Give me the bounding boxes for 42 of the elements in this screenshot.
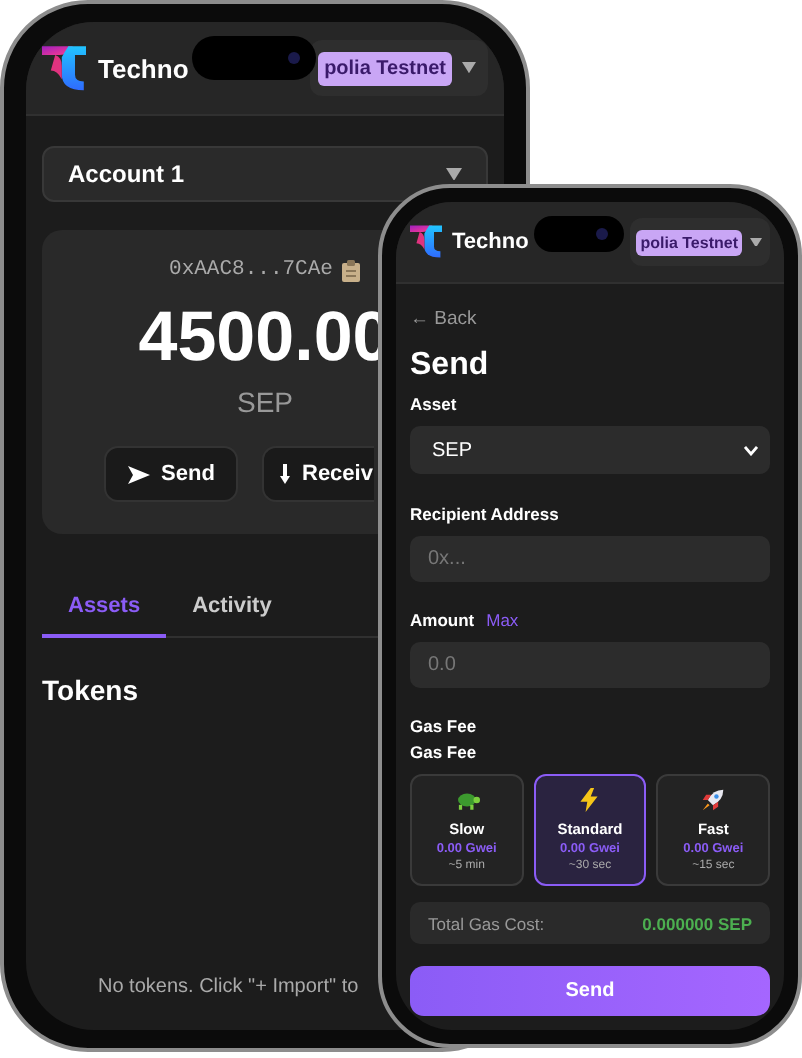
down-arrow-icon bbox=[280, 464, 290, 484]
logo-icon bbox=[410, 224, 442, 260]
tab[interactable]: Assets bbox=[42, 594, 167, 638]
balance-unit: SEP bbox=[236, 386, 293, 418]
total-value: 0.000000 SEP bbox=[642, 913, 752, 933]
empty-message: No tokens. Click "+ Import" to bbox=[96, 976, 359, 998]
input-field[interactable]: 0x... bbox=[410, 536, 770, 582]
chevron-down-icon bbox=[744, 445, 758, 455]
max-link[interactable]: Max bbox=[486, 610, 519, 630]
section-subheading: Gas Fee bbox=[410, 742, 479, 762]
send-button[interactable]: Send bbox=[104, 446, 238, 502]
field-label: Recipient Address bbox=[410, 504, 559, 524]
send-button[interactable]: Send bbox=[410, 966, 770, 1016]
camera-notch bbox=[192, 36, 316, 80]
lightning-icon bbox=[576, 788, 603, 812]
rocket-icon bbox=[700, 788, 727, 812]
app-name: Techno bbox=[98, 53, 189, 83]
network-name: polia Testnet bbox=[318, 51, 452, 85]
logo-icon bbox=[42, 43, 86, 93]
field-label: Asset bbox=[410, 394, 457, 414]
app-name: Techno bbox=[452, 230, 529, 254]
receive-button[interactable]: Receiv bbox=[262, 446, 374, 502]
tab[interactable]: Activity bbox=[166, 594, 298, 638]
wallet-address: 0xAAC8...7CAe bbox=[169, 258, 333, 282]
dropdown-caret-icon bbox=[462, 62, 476, 74]
network-selector[interactable]: polia Testnet bbox=[630, 218, 770, 266]
total-label: Total Gas Cost: bbox=[428, 913, 545, 933]
section-heading: Gas Fee bbox=[410, 716, 479, 736]
account-dropdown[interactable]: Account 1 bbox=[42, 146, 488, 202]
network-name: polia Testnet bbox=[636, 229, 742, 255]
input-field[interactable]: 0.0 bbox=[410, 642, 770, 688]
page-title: Send bbox=[410, 348, 491, 384]
back-link[interactable]: ← Back bbox=[410, 308, 477, 330]
send-arrow-icon bbox=[127, 465, 150, 483]
clipboard-icon[interactable] bbox=[342, 259, 361, 281]
field-label: Amount bbox=[410, 610, 475, 630]
section-title: Tokens bbox=[42, 674, 140, 706]
turtle-icon bbox=[453, 788, 480, 812]
dropdown-caret-icon bbox=[750, 237, 762, 247]
camera-notch bbox=[534, 216, 624, 252]
asset-select[interactable]: SEP bbox=[410, 426, 770, 474]
network-selector[interactable]: polia Testnet bbox=[310, 40, 488, 96]
